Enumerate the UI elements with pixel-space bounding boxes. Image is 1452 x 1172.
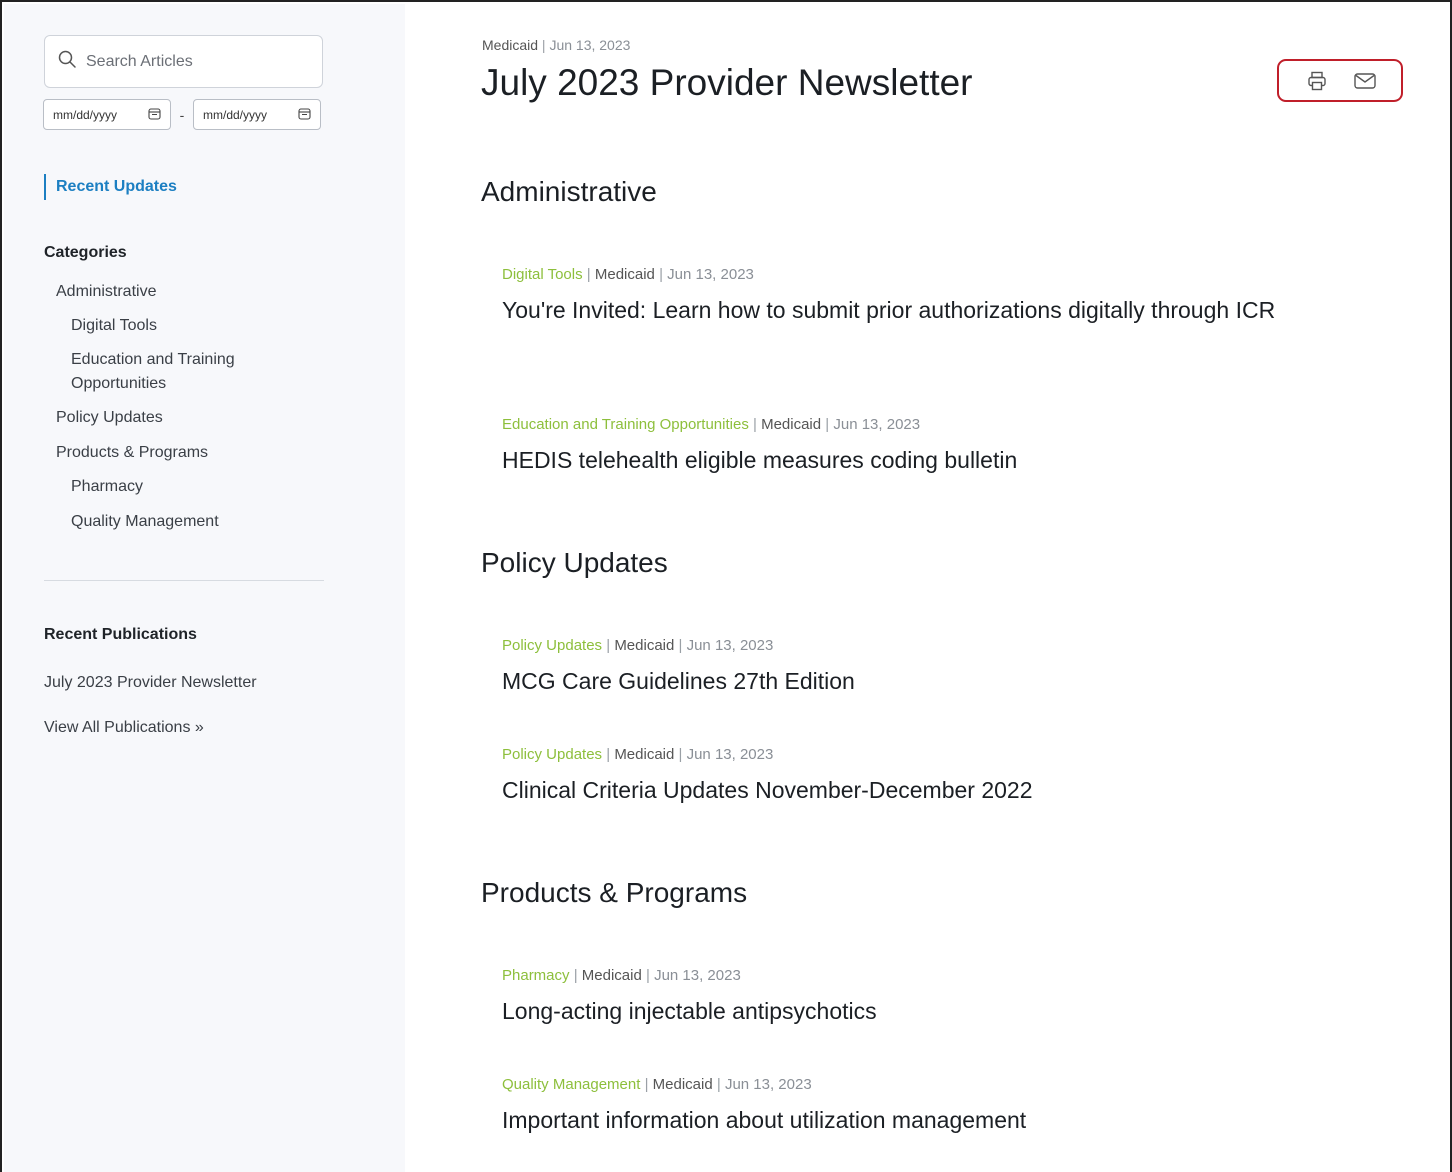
category-digital-tools[interactable]: Digital Tools [44, 314, 284, 338]
printer-icon[interactable] [1305, 69, 1329, 93]
article-item: Pharmacy | Medicaid | Jun 13, 2023 Long-… [502, 966, 1332, 1032]
publication-link[interactable]: July 2023 Provider Newsletter [44, 674, 257, 692]
article-tag[interactable]: Education and Training Opportunities [502, 416, 749, 433]
article-date: Jun 13, 2023 [667, 266, 754, 283]
date-separator: - [179, 106, 185, 123]
article-tag[interactable]: Pharmacy [502, 967, 570, 984]
recent-publications-heading: Recent Publications [44, 626, 197, 643]
article-tag[interactable]: Digital Tools [502, 266, 583, 283]
section-title: Policy Updates [481, 547, 668, 578]
section-title: Products & Programs [481, 877, 748, 908]
breadcrumb: Medicaid | Jun 13, 2023 [482, 37, 630, 53]
article-plan: Medicaid [594, 266, 655, 283]
date-to-field[interactable]: mm/dd/yyyy [193, 99, 321, 130]
article-tag[interactable]: Policy Updates [502, 746, 602, 763]
article-item: Policy Updates | Medicaid | Jun 13, 2023… [502, 745, 1332, 811]
article-title-link[interactable]: Clinical Criteria Updates November-Decem… [502, 770, 1332, 811]
article-item: Policy Updates | Medicaid | Jun 13, 2023… [502, 636, 1332, 702]
page-title: July 2023 Provider Newsletter [481, 62, 973, 103]
article-item: Digital Tools | Medicaid | Jun 13, 2023 … [502, 265, 1332, 331]
calendar-icon[interactable] [298, 107, 311, 123]
search-input[interactable] [86, 52, 306, 71]
date-from-field[interactable]: mm/dd/yyyy [43, 99, 171, 130]
date-from-placeholder: mm/dd/yyyy [53, 107, 118, 122]
article-tag[interactable]: Quality Management [502, 1076, 640, 1093]
category-quality-management[interactable]: Quality Management [44, 510, 284, 534]
page-frame: mm/dd/yyyy - mm/dd/yyyy Recent Updates C… [0, 0, 1452, 1172]
breadcrumb-separator: | [541, 37, 546, 53]
sidebar-divider [44, 580, 324, 581]
breadcrumb-date: Jun 13, 2023 [549, 37, 631, 53]
article-title-link[interactable]: HEDIS telehealth eligible measures codin… [502, 440, 1332, 481]
search-box[interactable] [44, 35, 323, 88]
calendar-icon[interactable] [148, 107, 161, 123]
article-plan: Medicaid [652, 1076, 713, 1093]
article-plan: Medicaid [614, 637, 675, 654]
article-meta: Pharmacy | Medicaid | Jun 13, 2023 [502, 967, 741, 984]
article-title-link[interactable]: Important information about utilization … [502, 1100, 1332, 1141]
article-date: Jun 13, 2023 [833, 416, 921, 433]
envelope-icon[interactable] [1353, 69, 1377, 93]
article-date: Jun 13, 2023 [686, 637, 774, 654]
sidebar: mm/dd/yyyy - mm/dd/yyyy Recent Updates C… [4, 4, 405, 1172]
article-plan: Medicaid [614, 746, 675, 763]
share-actions [1277, 59, 1403, 102]
article-title-link[interactable]: Long-acting injectable antipsychotics [502, 991, 1332, 1032]
recent-updates-link[interactable]: Recent Updates [44, 174, 177, 200]
view-all-publications-link[interactable]: View All Publications » [44, 719, 204, 737]
category-policy-updates[interactable]: Policy Updates [44, 406, 344, 430]
category-education-training[interactable]: Education and Training Opportunities [44, 348, 284, 396]
article-plan: Medicaid [581, 967, 642, 984]
article-date: Jun 13, 2023 [686, 746, 774, 763]
article-title-link[interactable]: You're Invited: Learn how to submit prio… [502, 290, 1332, 331]
date-range: mm/dd/yyyy - mm/dd/yyyy [43, 99, 321, 130]
article-item: Quality Management | Medicaid | Jun 13, … [502, 1075, 1332, 1141]
article-meta: Digital Tools | Medicaid | Jun 13, 2023 [502, 266, 754, 283]
article-date: Jun 13, 2023 [654, 967, 741, 984]
article-meta: Policy Updates | Medicaid | Jun 13, 2023 [502, 746, 774, 763]
category-pharmacy[interactable]: Pharmacy [44, 475, 284, 499]
date-to-placeholder: mm/dd/yyyy [203, 107, 268, 122]
article-meta: Policy Updates | Medicaid | Jun 13, 2023 [502, 637, 774, 654]
categories-heading: Categories [44, 244, 127, 261]
main-content: Medicaid | Jun 13, 2023 July 2023 Provid… [405, 4, 1450, 1172]
article-plan: Medicaid [761, 416, 822, 433]
article-meta: Quality Management | Medicaid | Jun 13, … [502, 1076, 812, 1093]
breadcrumb-category[interactable]: Medicaid [482, 37, 538, 53]
category-list: Administrative Digital Tools Education a… [44, 280, 344, 544]
article-item: Education and Training Opportunities | M… [502, 415, 1332, 481]
article-tag[interactable]: Policy Updates [502, 637, 602, 654]
article-meta: Education and Training Opportunities | M… [502, 416, 921, 433]
section-title: Administrative [481, 176, 657, 207]
article-title-link[interactable]: MCG Care Guidelines 27th Edition [502, 661, 1332, 702]
article-date: Jun 13, 2023 [724, 1076, 812, 1093]
category-products-programs[interactable]: Products & Programs [44, 441, 344, 465]
category-administrative[interactable]: Administrative [44, 280, 344, 304]
search-icon [57, 49, 77, 74]
